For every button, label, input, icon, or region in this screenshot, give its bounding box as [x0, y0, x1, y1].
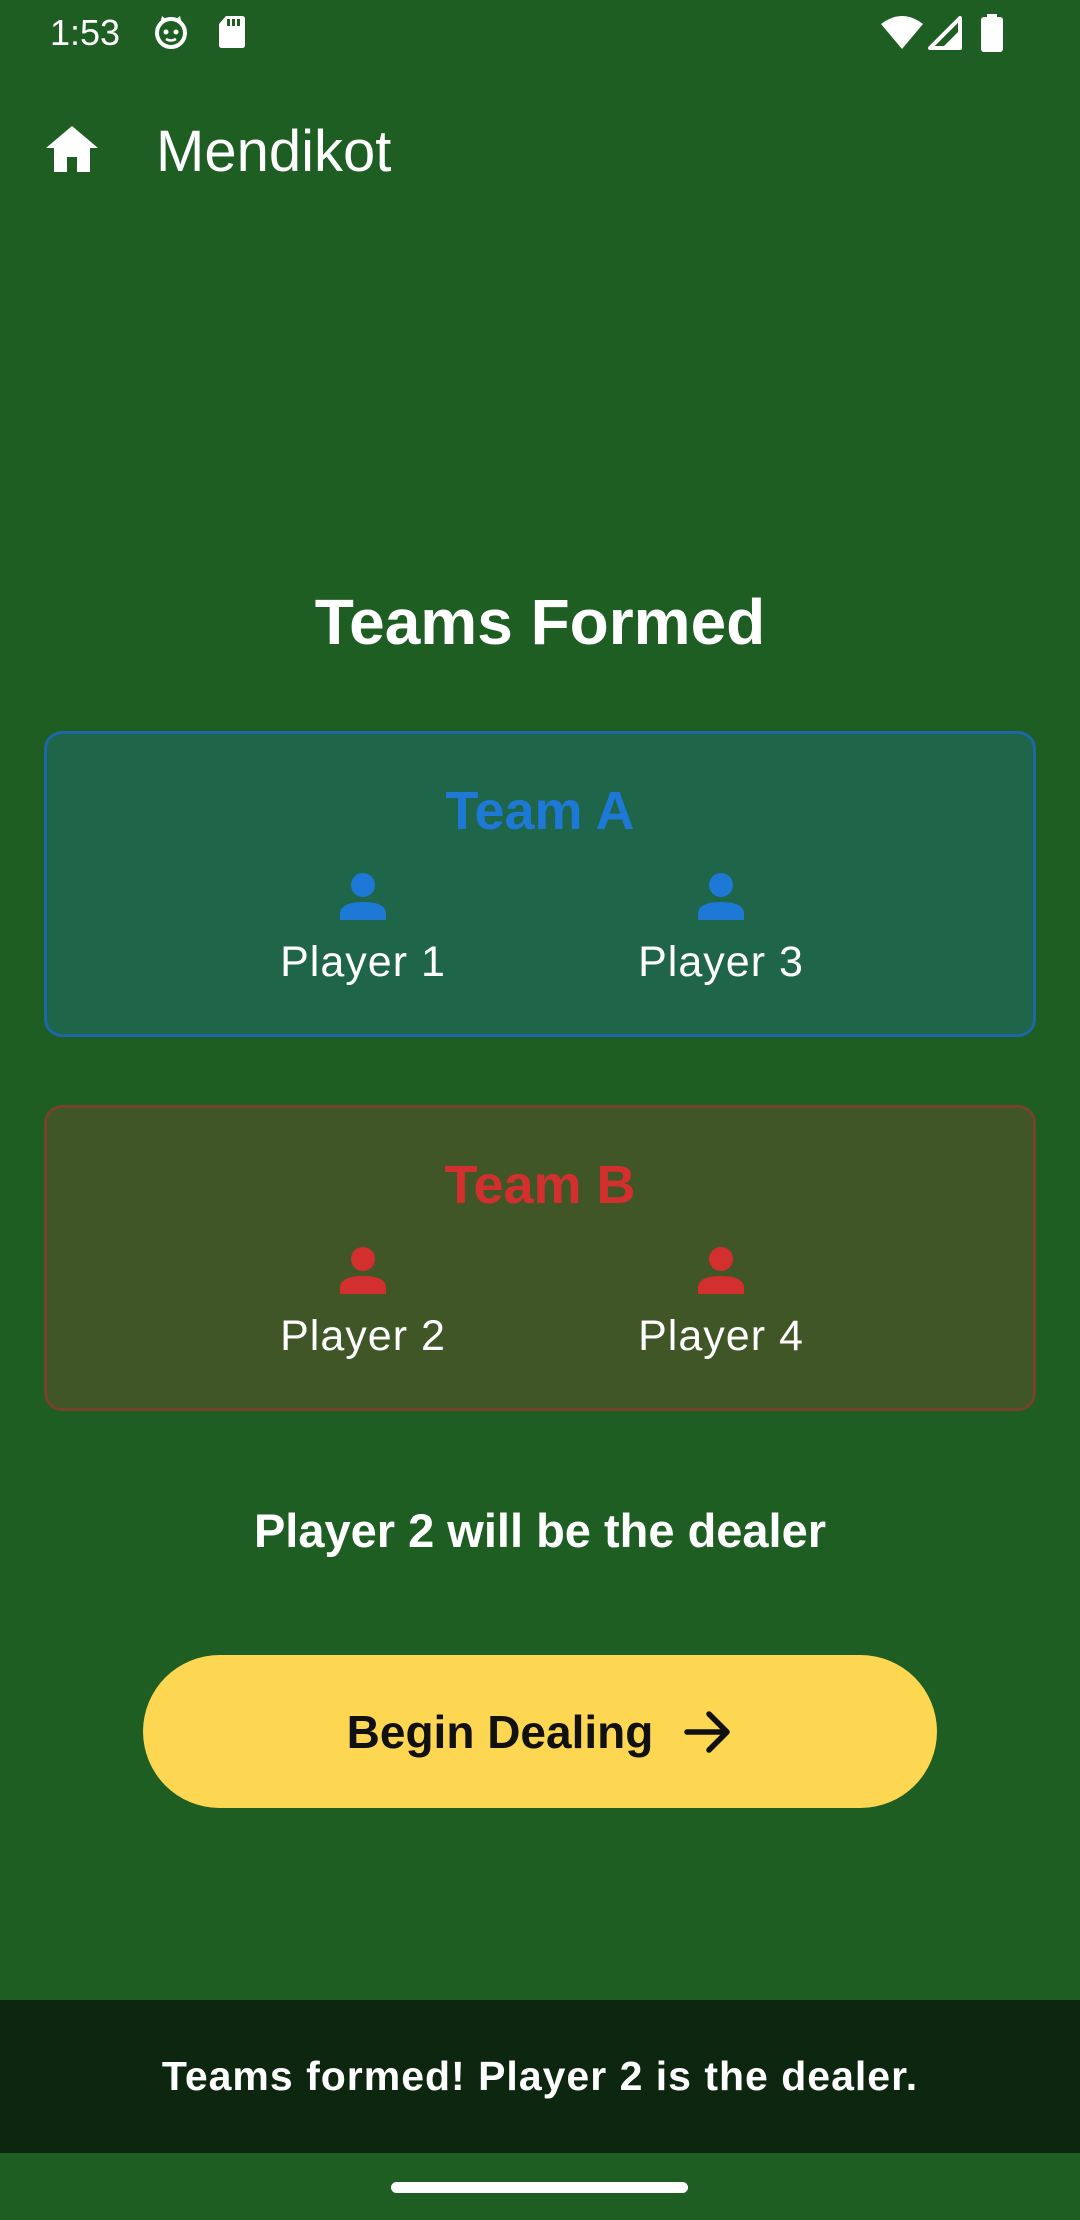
person-icon — [340, 873, 386, 920]
home-button[interactable] — [44, 124, 110, 186]
person-icon — [698, 873, 744, 920]
snackbar-message: Teams formed! Player 2 is the dealer. — [161, 2053, 919, 2099]
begin-dealing-label: Begin Dealing — [346, 1705, 654, 1758]
team-b-player-2: Player 4 — [591, 1246, 851, 1361]
team-a-player-1: Player 1 — [233, 872, 493, 987]
status-bar: 1:53 — [0, 0, 1080, 66]
cat-notification-icon — [155, 16, 187, 49]
home-icon — [46, 126, 98, 172]
signal-icon — [928, 16, 962, 50]
player-name: Player 4 — [638, 1312, 804, 1360]
team-b-player-1: Player 2 — [233, 1246, 493, 1361]
player-name: Player 1 — [280, 938, 446, 986]
player-name: Player 3 — [638, 938, 804, 986]
battery-icon — [981, 14, 1003, 52]
dealer-message: Player 2 will be the dealer — [253, 1504, 827, 1557]
arrow-right-icon — [684, 1710, 731, 1753]
wifi-icon — [881, 16, 923, 49]
team-a-name: Team A — [445, 781, 635, 841]
person-icon — [698, 1247, 744, 1294]
screen: 1:53 Mendikot Teams Formed Team A Player… — [0, 0, 1080, 2220]
team-b-card: Team B Player 2 Player 4 — [44, 1105, 1036, 1411]
gesture-nav-handle[interactable] — [391, 2182, 688, 2193]
begin-dealing-button[interactable]: Begin Dealing — [143, 1655, 937, 1808]
team-a-card: Team A Player 1 Player 3 — [44, 731, 1036, 1037]
app-bar: Mendikot — [0, 100, 1080, 210]
team-b-name: Team B — [444, 1155, 636, 1215]
app-title: Mendikot — [156, 119, 392, 184]
page-title: Teams Formed — [314, 586, 766, 658]
team-a-player-2: Player 3 — [591, 872, 851, 987]
sd-card-icon — [219, 16, 245, 48]
status-time: 1:53 — [50, 12, 121, 53]
snackbar: Teams formed! Player 2 is the dealer. — [0, 2000, 1080, 2153]
person-icon — [340, 1247, 386, 1294]
player-name: Player 2 — [280, 1312, 446, 1360]
